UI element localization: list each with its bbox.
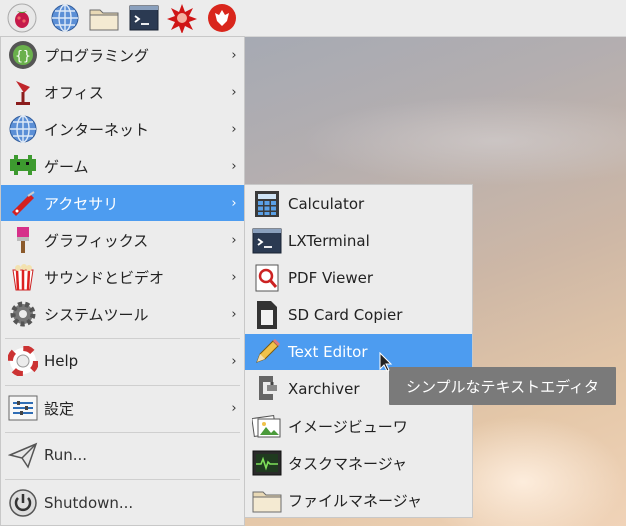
menu-separator (5, 338, 240, 339)
menu-item-accessories[interactable]: アクセサリ › (1, 185, 244, 221)
svg-text:{}: {} (15, 49, 31, 64)
menu-item-label: システムツール (44, 305, 149, 324)
menu-item-label: アクセサリ (44, 194, 119, 213)
shutdown-icon (7, 487, 39, 519)
run-icon (7, 439, 39, 471)
menu-item-label: Shutdown... (44, 494, 134, 512)
sound-video-icon (7, 261, 39, 293)
menu-item-sound-video[interactable]: サウンドとビデオ › (1, 259, 244, 295)
chevron-right-icon: › (231, 195, 237, 211)
menu-item-settings[interactable]: 設定 › (1, 390, 244, 426)
tooltip: シンプルなテキストエディタ (389, 367, 616, 405)
file-manager-icon (251, 484, 283, 516)
terminal-icon (251, 225, 283, 257)
chevron-right-icon: › (231, 353, 237, 369)
pdf-viewer-icon (251, 262, 283, 294)
games-icon (7, 150, 39, 182)
menu-item-run[interactable]: Run... (1, 437, 244, 473)
file-manager-icon[interactable] (88, 2, 120, 34)
menu-item-system-tools[interactable]: システムツール › (1, 296, 244, 332)
menu-item-label: Help (44, 352, 79, 370)
menu-item-help[interactable]: Help › (1, 343, 244, 379)
submenu-item-lxterminal[interactable]: LXTerminal (245, 223, 472, 259)
image-viewer-icon (251, 410, 283, 442)
chevron-right-icon: › (231, 400, 237, 416)
submenu-item-label: タスクマネージャ (288, 454, 407, 473)
accessories-submenu: Calculator LXTerminal PDF Viewer SD Card… (244, 184, 473, 518)
help-icon (7, 345, 39, 377)
menu-separator (5, 479, 240, 480)
menu-item-shutdown[interactable]: Shutdown... (1, 485, 244, 521)
menu-item-label: Run... (44, 446, 88, 464)
submenu-item-label: LXTerminal (288, 232, 370, 250)
chevron-right-icon: › (231, 84, 237, 100)
chevron-right-icon: › (231, 306, 237, 322)
menu-item-label: オフィス (44, 83, 104, 102)
menu-item-label: サウンドとビデオ (44, 268, 165, 287)
submenu-item-label: SD Card Copier (288, 306, 403, 324)
submenu-item-calculator[interactable]: Calculator (245, 186, 472, 222)
menu-separator (5, 432, 240, 433)
submenu-item-file-manager[interactable]: ファイルマネージャ (245, 482, 472, 518)
text-editor-icon (251, 336, 283, 368)
settings-icon (7, 392, 39, 424)
submenu-item-task-manager[interactable]: タスクマネージャ (245, 445, 472, 481)
menu-item-label: プログラミング (44, 46, 150, 65)
programming-icon: {} (7, 39, 39, 71)
archiver-icon (251, 373, 283, 405)
submenu-item-label: PDF Viewer (288, 269, 373, 287)
main-menu: {} プログラミング › オフィス › インターネット › ゲーム › アクセサ… (0, 36, 245, 526)
menu-item-office[interactable]: オフィス › (1, 74, 244, 110)
web-browser-icon[interactable] (49, 2, 81, 34)
menu-separator (5, 385, 240, 386)
menu-item-label: ゲーム (44, 157, 89, 176)
wolfram-icon[interactable] (206, 2, 238, 34)
chevron-right-icon: › (231, 269, 237, 285)
graphics-icon (7, 224, 39, 256)
chevron-right-icon: › (231, 158, 237, 174)
sd-card-icon (251, 299, 283, 331)
burst-icon[interactable] (166, 2, 198, 34)
menu-item-internet[interactable]: インターネット › (1, 111, 244, 147)
terminal-icon[interactable] (128, 2, 160, 34)
submenu-item-text-editor[interactable]: Text Editor (245, 334, 472, 370)
chevron-right-icon: › (231, 47, 237, 63)
menu-item-label: グラフィックス (44, 231, 149, 250)
submenu-item-pdf-viewer[interactable]: PDF Viewer (245, 260, 472, 296)
taskbar (0, 0, 626, 37)
office-icon (7, 76, 39, 108)
menu-item-games[interactable]: ゲーム › (1, 148, 244, 184)
raspberry-menu-icon[interactable] (6, 2, 38, 34)
calculator-icon (251, 188, 283, 220)
submenu-item-image-viewer[interactable]: イメージビューワ (245, 408, 472, 444)
submenu-item-label: Calculator (288, 195, 365, 213)
system-tools-icon (7, 298, 39, 330)
menu-item-label: 設定 (44, 399, 75, 418)
internet-icon (7, 113, 39, 145)
submenu-item-sd-card-copier[interactable]: SD Card Copier (245, 297, 472, 333)
menu-item-programming[interactable]: {} プログラミング › (1, 37, 244, 73)
menu-item-graphics[interactable]: グラフィックス › (1, 222, 244, 258)
submenu-item-label: イメージビューワ (288, 417, 408, 436)
menu-item-label: インターネット (44, 120, 150, 139)
submenu-item-label: ファイルマネージャ (288, 491, 422, 510)
task-manager-icon (251, 447, 283, 479)
mouse-pointer-icon (379, 351, 393, 376)
cloud (300, 96, 626, 186)
chevron-right-icon: › (231, 121, 237, 137)
chevron-right-icon: › (231, 232, 237, 248)
accessories-icon (7, 187, 39, 219)
